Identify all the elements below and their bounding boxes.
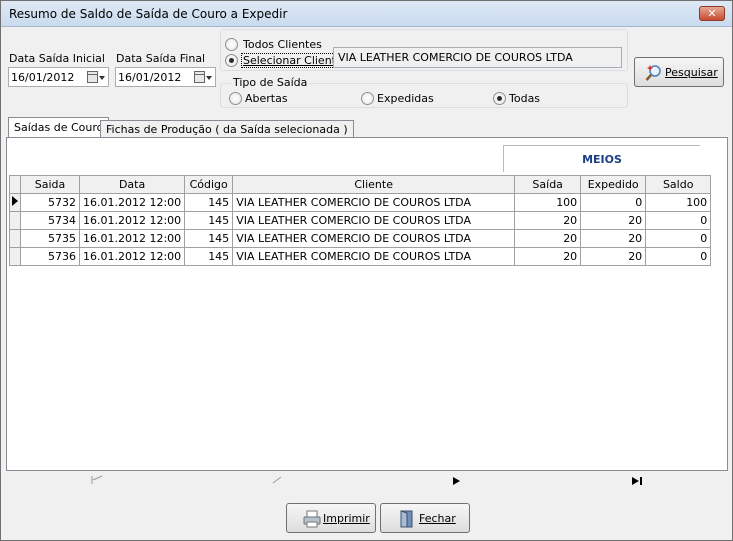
tipo-saida-label: Tipo de Saída — [231, 76, 310, 89]
cell-saldo[interactable]: 100 — [645, 193, 712, 212]
tab-saidas-de-couro[interactable]: Saídas de Couro — [8, 117, 110, 138]
first-record-icon[interactable] — [90, 475, 104, 485]
cell-saida[interactable]: 5735 — [20, 229, 80, 248]
column-header-saida[interactable]: Saida — [20, 175, 80, 194]
row-indicator[interactable] — [9, 211, 21, 230]
column-header-data[interactable]: Data — [78, 175, 186, 194]
imprimir-button[interactable]: Imprimir — [286, 503, 376, 533]
row-indicator[interactable] — [9, 247, 21, 266]
cell-data[interactable]: 16.01.2012 12:00 — [78, 193, 186, 212]
cell-saida[interactable]: 5732 — [20, 193, 80, 212]
todas-label: Todas — [509, 92, 541, 105]
data-final-value: 16/01/2012 — [118, 71, 182, 84]
cell-saldo[interactable]: 0 — [645, 211, 712, 230]
column-header-cliente[interactable]: Cliente — [232, 175, 516, 194]
table-row[interactable]: 5734 16.01.2012 12:00 145 VIA LEATHER CO… — [9, 211, 712, 230]
table-row[interactable]: 5735 16.01.2012 12:00 145 VIA LEATHER CO… — [9, 229, 712, 248]
calendar-dropdown-icon[interactable] — [194, 71, 212, 84]
search-icon — [645, 65, 661, 81]
cell-meios-saida[interactable]: 100 — [514, 193, 582, 212]
next-record-icon[interactable] — [452, 477, 462, 485]
column-header-meios-saida[interactable]: Saída — [514, 175, 582, 194]
cell-expedido[interactable]: 20 — [580, 229, 647, 248]
cell-saida[interactable]: 5736 — [20, 247, 80, 266]
pesquisar-label: Pesquisar — [665, 66, 718, 79]
cell-codigo[interactable]: 145 — [184, 211, 234, 230]
close-button[interactable]: ✕ — [699, 6, 725, 21]
abertas-label: Abertas — [245, 92, 288, 105]
row-indicator-header — [9, 175, 21, 194]
abertas-radio[interactable] — [229, 92, 242, 105]
cell-meios-saida[interactable]: 20 — [514, 229, 582, 248]
cell-saldo[interactable]: 0 — [645, 229, 712, 248]
data-inicial-picker[interactable]: 16/01/2012 — [8, 67, 109, 87]
last-record-icon[interactable] — [631, 477, 643, 485]
printer-icon — [303, 510, 321, 528]
selecionar-cliente-radio[interactable] — [225, 54, 238, 67]
expedidas-radio[interactable] — [361, 92, 374, 105]
column-header-expedido[interactable]: Expedido — [580, 175, 647, 194]
fechar-button[interactable]: Fechar — [380, 503, 470, 533]
grid-header-row: Saida Data Código Cliente Saída Expedido… — [9, 175, 712, 194]
window-title: Resumo de Saldo de Saída de Couro a Expe… — [9, 7, 288, 21]
todos-clientes-label: Todos Clientes — [243, 38, 322, 51]
calendar-dropdown-icon[interactable] — [87, 71, 105, 84]
title-bar: Resumo de Saldo de Saída de Couro a Expe… — [1, 1, 732, 27]
expedidas-label: Expedidas — [377, 92, 434, 105]
saidas-grid: Saida Data Código Cliente Saída Expedido… — [9, 175, 712, 266]
data-inicial-value: 16/01/2012 — [11, 71, 75, 84]
column-header-saldo[interactable]: Saldo — [645, 175, 712, 194]
cell-expedido[interactable]: 0 — [580, 193, 647, 212]
cell-cliente[interactable]: VIA LEATHER COMERCIO DE COUROS LTDA — [232, 211, 516, 230]
selecionar-cliente-label: Selecionar Cliente — [241, 53, 345, 68]
cell-cliente[interactable]: VIA LEATHER COMERCIO DE COUROS LTDA — [232, 229, 516, 248]
data-inicial-label: Data Saída Inicial — [9, 52, 105, 65]
cell-saida[interactable]: 5734 — [20, 211, 80, 230]
todos-clientes-radio[interactable] — [225, 38, 238, 51]
row-indicator[interactable] — [9, 229, 21, 248]
cell-cliente[interactable]: VIA LEATHER COMERCIO DE COUROS LTDA — [232, 247, 516, 266]
prior-record-icon[interactable] — [271, 475, 283, 485]
todas-radio[interactable] — [493, 92, 506, 105]
data-final-label: Data Saída Final — [116, 52, 206, 65]
cell-expedido[interactable]: 20 — [580, 211, 647, 230]
exit-door-icon — [400, 510, 413, 528]
cell-data[interactable]: 16.01.2012 12:00 — [78, 247, 186, 266]
cell-cliente[interactable]: VIA LEATHER COMERCIO DE COUROS LTDA — [232, 193, 516, 212]
data-final-picker[interactable]: 16/01/2012 — [115, 67, 216, 87]
table-row[interactable]: 5736 16.01.2012 12:00 145 VIA LEATHER CO… — [9, 247, 712, 266]
table-row[interactable]: 5732 16.01.2012 12:00 145 VIA LEATHER CO… — [9, 193, 712, 212]
meios-group-header: MEIOS — [503, 145, 700, 172]
imprimir-label: Imprimir — [323, 512, 370, 525]
cliente-field[interactable]: VIA LEATHER COMERCIO DE COUROS LTDA — [333, 47, 622, 68]
cell-saldo[interactable]: 0 — [645, 247, 712, 266]
fechar-label: Fechar — [419, 512, 456, 525]
row-indicator[interactable] — [9, 193, 21, 212]
cell-data[interactable]: 16.01.2012 12:00 — [78, 229, 186, 248]
cell-meios-saida[interactable]: 20 — [514, 247, 582, 266]
current-row-arrow-icon — [12, 196, 18, 206]
tab-fichas-de-producao[interactable]: Fichas de Produção ( da Saída selecionad… — [100, 120, 354, 137]
main-window: Resumo de Saldo de Saída de Couro a Expe… — [0, 0, 733, 541]
cell-data[interactable]: 16.01.2012 12:00 — [78, 211, 186, 230]
cell-codigo[interactable]: 145 — [184, 247, 234, 266]
pesquisar-button[interactable]: Pesquisar — [634, 57, 724, 87]
cell-meios-saida[interactable]: 20 — [514, 211, 582, 230]
cell-codigo[interactable]: 145 — [184, 229, 234, 248]
cell-codigo[interactable]: 145 — [184, 193, 234, 212]
cell-expedido[interactable]: 20 — [580, 247, 647, 266]
column-header-codigo[interactable]: Código — [184, 175, 234, 194]
